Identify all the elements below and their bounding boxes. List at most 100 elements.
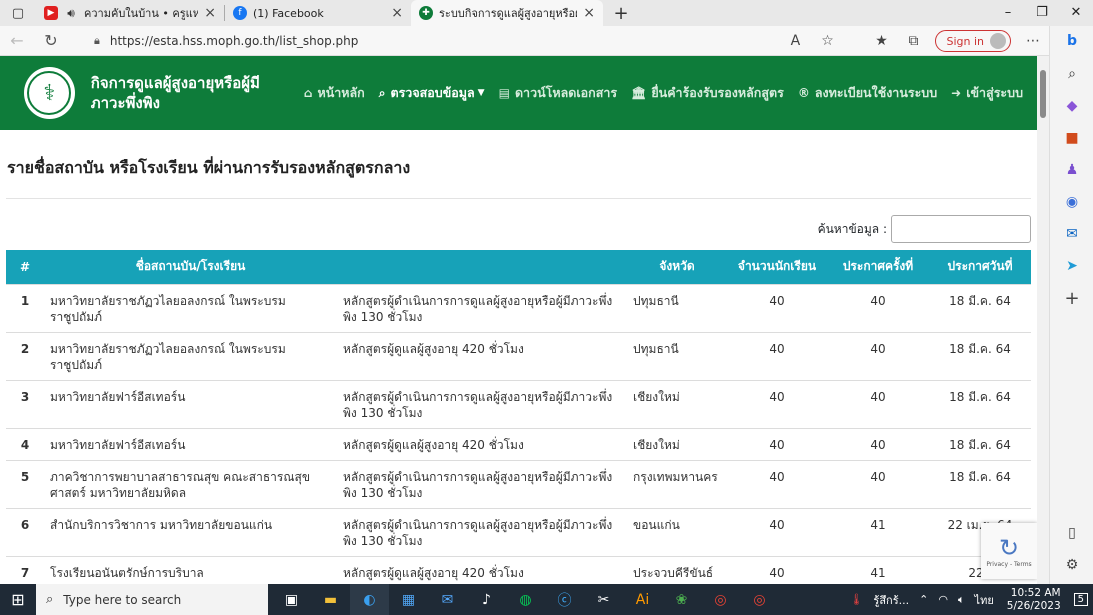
outlook-icon[interactable]: ✉ [1050,218,1093,250]
speaker-icon[interactable]: 🔊︎ [64,6,78,20]
line-icon[interactable]: ◍ [506,584,545,615]
taskbar-search-placeholder: Type here to search [63,592,182,607]
illustrator-icon[interactable]: Ai [623,584,662,615]
student-count: 40 [727,283,827,332]
row-number: 3 [6,379,44,428]
canva-icon[interactable]: ⓒ [545,584,584,615]
student-count: 40 [727,379,827,428]
row-number: 1 [6,283,44,332]
bing-icon[interactable]: b [1050,26,1093,56]
header-province[interactable]: จังหวัด [627,250,727,284]
new-tab-icon[interactable]: + [603,0,639,26]
site-header: ⚕ กิจการดูแลผู้สูงอายุหรือผู้มีภาวะพึ่งพ… [0,56,1037,130]
course-name: หลักสูตรผู้ดำเนินการการดูแลผู้สูงอายุหรื… [337,507,627,556]
scrollbar-thumb[interactable] [1040,70,1046,118]
back-icon[interactable]: ← [0,31,34,50]
course-name: หลักสูตรผู้ดูแลผู้สูงอายุ 420 ชั่วโมง [337,427,627,460]
site-brand[interactable]: กิจการดูแลผู้สูงอายุหรือผู้มีภาวะพึ่งพิง [91,73,286,113]
recaptcha-label[interactable]: Privacy - Terms [986,561,1031,568]
url-field[interactable]: 🔒︎ https://esta.hss.moph.go.th/list_shop… [86,29,866,53]
chrome-icon[interactable]: ◎ [701,584,740,615]
read-aloud-icon[interactable]: A [779,33,811,49]
close-window-icon[interactable]: ✕ [1059,0,1093,26]
clock-time: 10:52 AM [1010,586,1061,599]
favorites-icon[interactable]: ★ [865,33,897,49]
store-icon[interactable]: ▦ [389,584,428,615]
menu-item-check-data[interactable]: ⌕ ตรวจสอบข้อมูล ▼ [379,83,485,103]
sidebar-toggle-icon[interactable]: ▯ [1050,517,1093,549]
main-menu: ⌂ หน้าหลัก ⌕ ตรวจสอบข้อมูล ▼ ▤ ดาวน์โหลดเอกส… [304,83,1037,103]
volume-icon[interactable]: 🔈︎ [958,593,965,607]
games-icon[interactable]: ♟ [1050,154,1093,186]
page-scrollbar[interactable] [1037,56,1049,584]
tab-title: (1) Facebook [253,6,324,20]
search-row: ค้นหาข้อมูล : [6,215,1031,243]
header-students[interactable]: จำนวนนักเรียน [727,250,827,284]
tab-facebook[interactable]: f (1) Facebook × [225,0,411,26]
announcement-round: 40 [827,331,929,380]
header-course[interactable] [337,250,627,284]
sign-in-button[interactable]: Sign in [935,30,1011,52]
thermometer-icon[interactable]: 🌡︎ [849,593,863,606]
settings-icon[interactable]: ⚙ [1050,549,1093,581]
province: ขอนแก่น [627,507,727,556]
header-num[interactable]: # [6,250,44,284]
clock[interactable]: 10:52 AM 5/26/2023 [1007,587,1061,613]
chevron-up-icon[interactable]: ⌃ [919,593,928,606]
close-tab-icon[interactable]: × [204,5,216,21]
restore-icon[interactable]: ❐ [1025,0,1059,26]
taskbar-apps: ▣ ▬ ◐ ▦ ✉ ♪ ◍ ⓒ ✂ Ai ❀ ◎ ◎ [272,584,779,615]
app-icon[interactable]: ❀ [662,584,701,615]
refresh-icon[interactable]: ↻ [34,31,68,50]
institution-name: สำนักบริการวิชาการ มหาวิทยาลัยขอนแก่น [44,507,337,556]
announcement-date: 18 มี.ค. 64 [929,427,1031,460]
tab-title: ความคับในบ้าน • ครูแหม่ม | 20 ร [84,7,199,20]
menu-item-register[interactable]: ® ลงทะเบียนใช้งานระบบ [798,83,937,103]
tiktok-icon[interactable]: ♪ [467,584,506,615]
tab-actions-icon[interactable]: ▢ [0,0,36,26]
header-date[interactable]: ประกาศวันที่ [929,250,1031,284]
recaptcha-badge[interactable]: ↻ Privacy - Terms [981,523,1037,579]
header-round[interactable]: ประกาศครั้งที่ [827,250,929,284]
close-tab-icon[interactable]: × [583,5,595,21]
search-icon[interactable]: ⌕ [1050,58,1093,90]
shopping-icon[interactable]: ◆ [1050,90,1093,122]
tab-youtube[interactable]: ▶ 🔊︎ ความคับในบ้าน • ครูแหม่ม | 20 ร × [36,0,224,26]
language-indicator[interactable]: ไทย [975,591,994,609]
more-menu-icon[interactable]: ⋯ [1017,33,1049,49]
institution-table: # ชื่อสถานบัน/โรงเรียน จังหวัด จำนวนนักเ… [6,250,1031,584]
menu-label: ยื่นคำร้องรับรองหลักสูตร [651,85,784,100]
mail-icon[interactable]: ✉ [428,584,467,615]
task-view-icon[interactable]: ▣ [272,584,311,615]
web-page: ⚕ กิจการดูแลผู้สูงอายุหรือผู้มีภาวะพึ่งพ… [0,56,1037,584]
menu-item-login[interactable]: ➜ เข้าสู่ระบบ [951,83,1023,103]
lock-icon[interactable]: 🔒︎ [94,34,100,48]
weather-text[interactable]: รู้สึกร้... [873,591,909,609]
file-explorer-icon[interactable]: ▬ [311,584,350,615]
minimize-icon[interactable]: – [991,0,1025,26]
tab-active-site[interactable]: ✚ ระบบกิจการดูแลผู้สูงอายุหรือผู้มีภาวะพ… [411,0,603,26]
office-icon[interactable]: ◉ [1050,186,1093,218]
province: กรุงเทพมหานคร [627,459,727,508]
collections-icon[interactable]: ⧉ [897,33,929,49]
close-tab-icon[interactable]: × [391,5,403,21]
search-input[interactable] [891,215,1031,243]
add-sidebar-app-icon[interactable]: + [1050,282,1093,314]
chrome-profile-icon[interactable]: ◎ [740,584,779,615]
table-row: 7 โรงเรียนอนันตรักษ์การบริบาล หลักสูตรผู้ด… [6,555,1031,584]
windows-start-icon[interactable]: ⊞ [0,590,36,609]
ministry-logo[interactable]: ⚕ [24,67,75,119]
edge-icon[interactable]: ◐ [350,584,389,615]
menu-item-home[interactable]: ⌂ หน้าหลัก [304,83,365,103]
favorite-add-icon[interactable]: ☆ [811,33,843,49]
taskbar-search[interactable]: ⌕ Type here to search [36,584,268,615]
tools-icon[interactable]: ■ [1050,122,1093,154]
divider [6,198,1031,199]
notification-count[interactable]: 5 [1073,593,1088,606]
header-name[interactable]: ชื่อสถานบัน/โรงเรียน [44,250,337,284]
menu-item-download[interactable]: ▤ ดาวน์โหลดเอกสาร [499,83,618,103]
menu-item-submit-request[interactable]: 🏛︎ ยื่นคำร้องรับรองหลักสูตร [631,83,784,103]
drop-icon[interactable]: ➤ [1050,250,1093,282]
wifi-icon[interactable]: ◠ [938,593,948,606]
capcut-icon[interactable]: ✂ [584,584,623,615]
